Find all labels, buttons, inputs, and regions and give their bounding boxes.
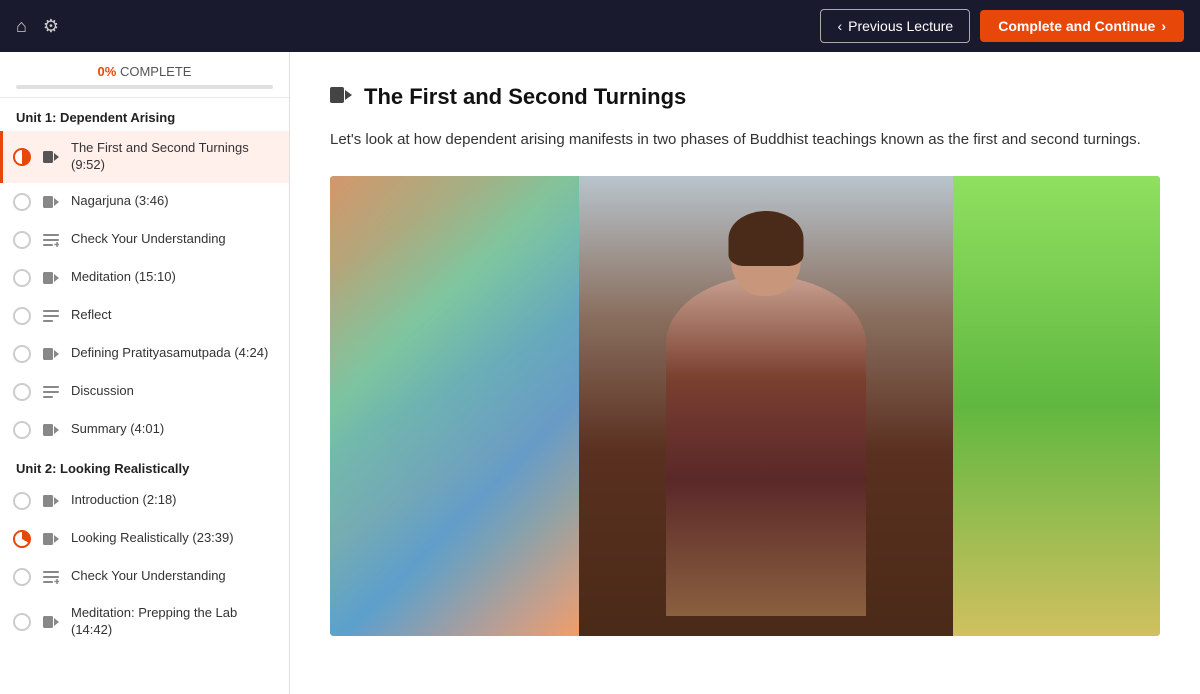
unit-1-heading: Unit 1: Dependent Arising xyxy=(0,98,289,131)
item-label-meditation: Meditation (15:10) xyxy=(71,269,275,286)
video-thumbnail xyxy=(330,176,1160,636)
sidebar-item-reflect[interactable]: Reflect xyxy=(0,297,289,335)
status-circle-10 xyxy=(13,613,31,631)
lecture-title-row: The First and Second Turnings xyxy=(330,84,1160,110)
status-circle-5 xyxy=(13,345,31,363)
video-player[interactable] xyxy=(330,176,1160,636)
person-area xyxy=(579,176,953,636)
lecture-description: Let's look at how dependent arising mani… xyxy=(330,128,1150,152)
text-icon xyxy=(41,306,61,326)
discussion-icon xyxy=(41,382,61,402)
art-right xyxy=(953,176,1161,636)
video-icon-5 xyxy=(41,420,61,440)
progress-percent: 0% xyxy=(98,64,117,79)
next-chevron-icon: › xyxy=(1161,18,1166,34)
status-circle-6 xyxy=(13,383,31,401)
play-icon-svg xyxy=(43,151,59,163)
video-icon xyxy=(41,147,61,167)
sidebar-item-meditation[interactable]: Meditation (15:10) xyxy=(0,259,289,297)
item-label-reflect: Reflect xyxy=(71,307,275,324)
settings-icon[interactable]: ⚙ xyxy=(43,16,59,37)
item-label-summary: Summary (4:01) xyxy=(71,421,275,438)
item-label-intro: Introduction (2:18) xyxy=(71,492,275,509)
video-icon-2 xyxy=(41,192,61,212)
sidebar-item-intro[interactable]: Introduction (2:18) xyxy=(0,482,289,520)
complete-continue-label: Complete and Continue xyxy=(998,18,1155,34)
sidebar-item-first-second[interactable]: The First and Second Turnings (9:52) xyxy=(0,131,289,183)
top-nav: ⌂ ⚙ ‹ Previous Lecture Complete and Cont… xyxy=(0,0,1200,52)
art-left xyxy=(330,176,579,636)
item-label-nagarjuna: Nagarjuna (3:46) xyxy=(71,193,275,210)
item-label-discussion: Discussion xyxy=(71,383,275,400)
item-label-check2: Check Your Understanding xyxy=(71,568,275,585)
sidebar-item-looking[interactable]: Looking Realistically (23:39) xyxy=(0,520,289,558)
video-icon-4 xyxy=(41,344,61,364)
lecture-video-icon xyxy=(330,87,352,108)
item-label-first-second: The First and Second Turnings (9:52) xyxy=(71,140,275,174)
video-icon-7 xyxy=(41,529,61,549)
item-label-defining: Defining Pratityasamutpada (4:24) xyxy=(71,345,275,362)
video-icon-8 xyxy=(41,612,61,632)
unit-2-heading: Unit 2: Looking Realistically xyxy=(0,449,289,482)
item-label-looking: Looking Realistically (23:39) xyxy=(71,530,275,547)
sidebar: 0% COMPLETE Unit 1: Dependent Arising Th… xyxy=(0,52,290,694)
status-circle-3 xyxy=(13,269,31,287)
status-circle-8 xyxy=(13,492,31,510)
progress-label: COMPLETE xyxy=(120,64,192,79)
item-label-meditation2: Meditation: Prepping the Lab (14:42) xyxy=(71,605,275,639)
home-icon[interactable]: ⌂ xyxy=(16,16,27,37)
previous-lecture-label: Previous Lecture xyxy=(848,18,953,34)
sidebar-item-check2[interactable]: Check Your Understanding xyxy=(0,558,289,596)
status-circle-partial xyxy=(13,530,31,548)
status-circle-4 xyxy=(13,307,31,325)
item-label-check1: Check Your Understanding xyxy=(71,231,275,248)
sidebar-item-meditation2[interactable]: Meditation: Prepping the Lab (14:42) xyxy=(0,596,289,648)
previous-lecture-button[interactable]: ‹ Previous Lecture xyxy=(820,9,970,43)
status-circle-2 xyxy=(13,231,31,249)
sidebar-item-nagarjuna[interactable]: Nagarjuna (3:46) xyxy=(0,183,289,221)
nav-right: ‹ Previous Lecture Complete and Continue… xyxy=(820,9,1184,43)
prev-chevron-icon: ‹ xyxy=(837,18,842,34)
complete-continue-button[interactable]: Complete and Continue › xyxy=(980,10,1184,42)
status-circle-9 xyxy=(13,568,31,586)
video-content xyxy=(330,176,1160,636)
lecture-title: The First and Second Turnings xyxy=(364,84,686,110)
progress-area: 0% COMPLETE xyxy=(0,52,289,98)
person-silhouette xyxy=(666,276,866,616)
status-half-circle xyxy=(13,148,31,166)
status-circle-7 xyxy=(13,421,31,439)
main-layout: 0% COMPLETE Unit 1: Dependent Arising Th… xyxy=(0,52,1200,694)
video-icon-3 xyxy=(41,268,61,288)
progress-track xyxy=(16,85,273,89)
sidebar-item-check1[interactable]: Check Your Understanding xyxy=(0,221,289,259)
progress-text: 0% COMPLETE xyxy=(16,64,273,79)
video-icon-6 xyxy=(41,491,61,511)
sidebar-item-discussion[interactable]: Discussion xyxy=(0,373,289,411)
nav-left: ⌂ ⚙ xyxy=(16,16,59,37)
status-circle xyxy=(13,193,31,211)
quiz-icon-2 xyxy=(41,567,61,587)
sidebar-item-defining[interactable]: Defining Pratityasamutpada (4:24) xyxy=(0,335,289,373)
quiz-icon xyxy=(41,230,61,250)
sidebar-item-summary[interactable]: Summary (4:01) xyxy=(0,411,289,449)
main-content: The First and Second Turnings Let's look… xyxy=(290,52,1200,694)
